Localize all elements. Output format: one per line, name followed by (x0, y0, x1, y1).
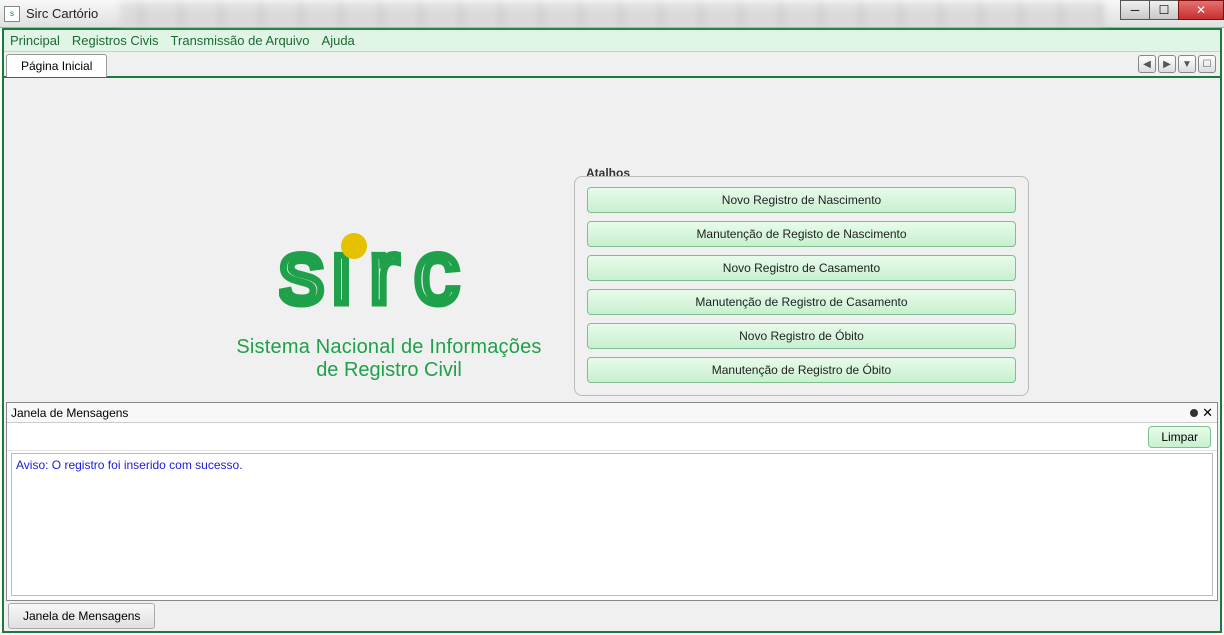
messages-body: Aviso: O registro foi inserido com suces… (11, 453, 1213, 596)
tab-row: Página Inicial ◀ ▶ ▼ ☐ (4, 52, 1220, 78)
app-icon: s (4, 6, 20, 22)
background-toolbar-blur (120, 2, 1104, 26)
shortcut-manut-obito[interactable]: Manutenção de Registro de Óbito (587, 357, 1016, 383)
shortcut-manut-casamento[interactable]: Manutenção de Registro de Casamento (587, 289, 1016, 315)
shortcuts-panel: Novo Registro de Nascimento Manutenção d… (574, 176, 1029, 396)
svg-text:c: c (414, 228, 459, 323)
logo-subtitle-1: Sistema Nacional de Informações (229, 336, 549, 359)
menubar: Principal Registros Civis Transmissão de… (4, 30, 1220, 52)
messages-panel: Janela de Mensagens ✕ Limpar Aviso: O re… (6, 402, 1218, 601)
close-button[interactable]: ✕ (1178, 0, 1224, 20)
logo-block: s ı r c Sistema Nacional de Informações … (229, 228, 549, 382)
window-controls: ─ ☐ ✕ (1121, 0, 1224, 20)
bottom-tab-mensagens[interactable]: Janela de Mensagens (8, 603, 155, 629)
bottom-tab-row: Janela de Mensagens (6, 603, 1218, 629)
svg-text:r: r (369, 228, 399, 323)
messages-header: Janela de Mensagens ✕ (7, 403, 1217, 423)
menu-principal[interactable]: Principal (10, 33, 60, 48)
titlebar: s Sirc Cartório ─ ☐ ✕ (0, 0, 1224, 28)
menu-ajuda[interactable]: Ajuda (322, 33, 355, 48)
tab-prev-icon[interactable]: ◀ (1138, 55, 1156, 73)
tab-nav-controls: ◀ ▶ ▼ ☐ (1138, 55, 1216, 73)
shortcut-manut-nascimento[interactable]: Manutenção de Registo de Nascimento (587, 221, 1016, 247)
app-frame: Principal Registros Civis Transmissão de… (2, 28, 1222, 633)
messages-toolbar: Limpar (7, 423, 1217, 451)
app-window: s Sirc Cartório ─ ☐ ✕ Principal Registro… (0, 0, 1224, 635)
clear-button[interactable]: Limpar (1148, 426, 1211, 448)
sirc-logo-icon: s ı r c (279, 228, 499, 328)
messages-title: Janela de Mensagens (11, 406, 128, 420)
shortcut-novo-obito[interactable]: Novo Registro de Óbito (587, 323, 1016, 349)
message-text: Aviso: O registro foi inserido com suces… (16, 458, 243, 472)
tab-dropdown-icon[interactable]: ▼ (1178, 55, 1196, 73)
main-area: s ı r c Sistema Nacional de Informações … (4, 78, 1220, 631)
svg-text:s: s (279, 228, 321, 323)
shortcut-novo-nascimento[interactable]: Novo Registro de Nascimento (587, 187, 1016, 213)
window-title: Sirc Cartório (26, 6, 98, 21)
tab-pagina-inicial[interactable]: Página Inicial (6, 54, 107, 77)
menu-transmissao[interactable]: Transmissão de Arquivo (171, 33, 310, 48)
tab-maximize-icon[interactable]: ☐ (1198, 55, 1216, 73)
logo-subtitle-2: de Registro Civil (229, 359, 549, 382)
tab-next-icon[interactable]: ▶ (1158, 55, 1176, 73)
minimize-button[interactable]: ─ (1120, 0, 1150, 20)
messages-close-icon[interactable]: ✕ (1202, 405, 1213, 421)
menu-registros-civis[interactable]: Registros Civis (72, 33, 159, 48)
shortcut-novo-casamento[interactable]: Novo Registro de Casamento (587, 255, 1016, 281)
messages-minimize-icon[interactable] (1190, 409, 1198, 417)
maximize-button[interactable]: ☐ (1149, 0, 1179, 20)
